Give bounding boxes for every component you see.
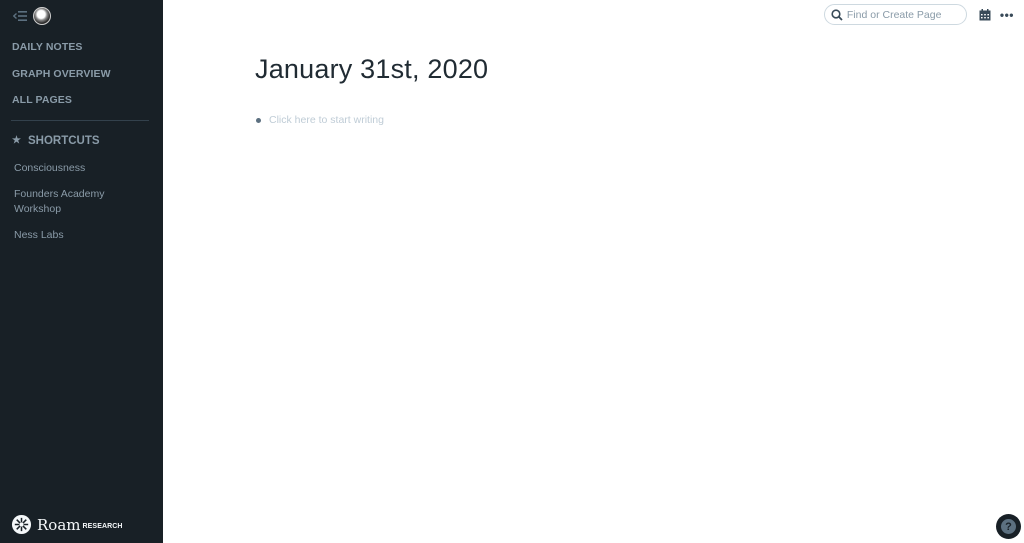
search-icon xyxy=(831,8,843,21)
shortcuts-label: SHORTCUTS xyxy=(27,134,100,147)
block[interactable]: Click here to start writing xyxy=(256,114,384,126)
help-button[interactable]: ? xyxy=(996,514,1021,539)
shortcut-ness-labs[interactable]: Ness Labs xyxy=(0,223,163,249)
bullet-icon[interactable] xyxy=(256,117,261,123)
main-content: ••• January 31st, 2020 Click here to sta… xyxy=(163,0,1024,543)
calendar-icon[interactable] xyxy=(979,8,991,21)
shortcuts-heading: ★ SHORTCUTS xyxy=(0,129,163,153)
block-placeholder[interactable]: Click here to start writing xyxy=(269,114,384,126)
roam-logo-icon xyxy=(11,514,32,535)
help-icon: ? xyxy=(1001,519,1016,534)
logo-sub: RESEARCH xyxy=(82,523,123,530)
search-box[interactable] xyxy=(823,4,967,25)
shortcut-founders-academy-workshop[interactable]: Founders Academy Workshop xyxy=(0,182,120,223)
more-options-icon[interactable]: ••• xyxy=(1000,9,1014,21)
avatar[interactable] xyxy=(33,7,51,25)
sidebar-header xyxy=(0,0,163,32)
nav-graph-overview[interactable]: GRAPH OVERVIEW xyxy=(0,61,163,88)
search-input[interactable] xyxy=(846,8,957,21)
shortcut-consciousness[interactable]: Consciousness xyxy=(0,156,163,182)
topbar: ••• xyxy=(823,4,1014,25)
nav-all-pages[interactable]: ALL PAGES xyxy=(0,87,163,114)
star-icon: ★ xyxy=(12,135,21,146)
page-title: January 31st, 2020 xyxy=(255,54,489,84)
nav-daily-notes[interactable]: DAILY NOTES xyxy=(0,34,163,61)
roam-logo: Roam RESEARCH xyxy=(11,514,123,535)
collapse-sidebar-icon[interactable] xyxy=(13,10,27,22)
app: DAILY NOTES GRAPH OVERVIEW ALL PAGES ★ S… xyxy=(0,0,1024,543)
logo-name: Roam xyxy=(37,515,81,534)
sidebar-divider xyxy=(11,119,149,121)
sidebar: DAILY NOTES GRAPH OVERVIEW ALL PAGES ★ S… xyxy=(0,0,163,543)
